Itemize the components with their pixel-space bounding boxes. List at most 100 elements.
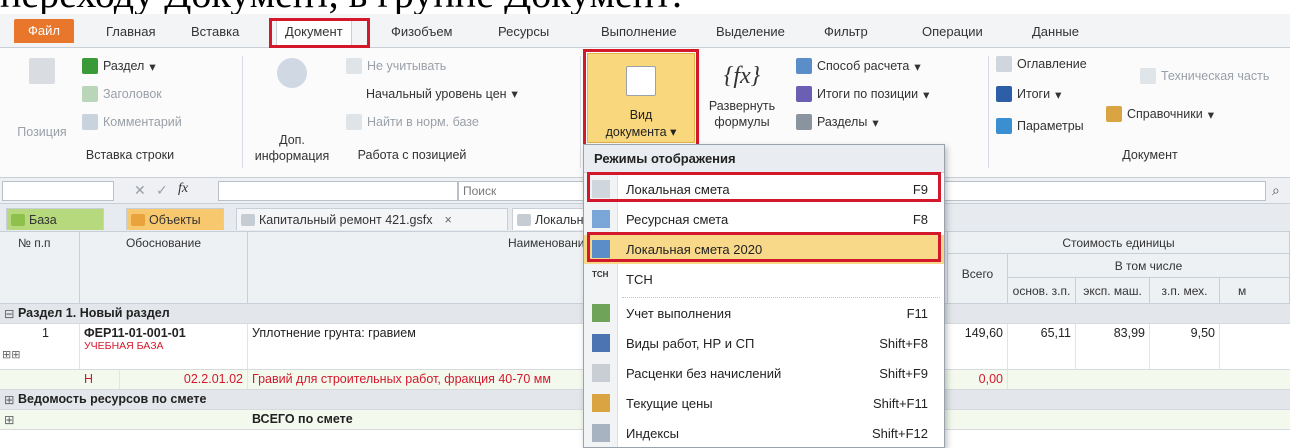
tech-part-icon — [1140, 68, 1156, 84]
resource-flag: Н — [80, 370, 120, 389]
tab-execution[interactable]: Выполнение — [593, 21, 685, 43]
heading-icon — [82, 86, 98, 102]
collapse-icon[interactable]: ⊟ — [4, 306, 14, 321]
menu-item-indexes[interactable]: Индексы Shift+F12 — [584, 419, 944, 448]
table-icon — [626, 66, 656, 96]
totals-icon — [796, 86, 812, 102]
indexes-icon — [592, 424, 610, 442]
menu-item-work-types[interactable]: Виды работ, НР и СП Shift+F8 — [584, 329, 944, 358]
caption-fragment: переходу Документ, в группе Документ: — [0, 0, 683, 14]
header-osn-zp: основ. з.п. — [1008, 278, 1076, 304]
toc-icon — [996, 56, 1012, 72]
menu-item-execution-accounting[interactable]: Учет выполнения F11 — [584, 299, 944, 328]
expand-icon[interactable]: ⊞ — [4, 412, 14, 427]
insert-heading-button[interactable]: Заголовок — [82, 86, 162, 102]
toc-button[interactable]: Оглавление — [996, 56, 1087, 72]
execution-icon — [592, 304, 610, 322]
rates-icon — [592, 364, 610, 382]
chevron-down-icon: ▾ — [872, 115, 879, 130]
close-icon[interactable]: × — [444, 209, 451, 231]
menu-separator — [622, 297, 940, 298]
group-separator — [242, 56, 243, 168]
comment-icon — [82, 114, 98, 130]
position-totals-button[interactable]: Итоги по позиции ▾ — [796, 86, 929, 102]
totals-button[interactable]: Итоги ▾ — [996, 86, 1061, 102]
display-modes-menu: Режимы отображения Локальная смета F9 Ре… — [583, 144, 945, 448]
confirm-icon[interactable]: ✓ — [156, 182, 168, 199]
tech-part-button[interactable]: Техническая часть — [1140, 68, 1269, 84]
expand-icon[interactable]: ⊞ — [4, 392, 14, 407]
header-zp-meh: з.п. мех. — [1150, 278, 1220, 304]
tab-operations[interactable]: Операции — [914, 21, 991, 43]
header-eksp-mash: эксп. маш. — [1076, 278, 1150, 304]
references-button[interactable]: Справочники ▾ — [1106, 106, 1214, 122]
row-name: Уплотнение грунта: гравием — [248, 324, 588, 369]
tab-data[interactable]: Данные — [1024, 21, 1087, 43]
calc-method-button[interactable]: Способ расчета ▾ — [796, 58, 921, 74]
local-estimate-2020-icon — [592, 240, 610, 258]
chevron-down-icon: ▾ — [1207, 107, 1215, 122]
header-unit-cost: Стоимость единицы — [948, 232, 1290, 254]
row-basis: ФЕР11-01-001-01 УЧЕБНАЯ БАЗА — [80, 324, 248, 369]
tab-filter[interactable]: Фильтр — [816, 21, 876, 43]
expand-icons[interactable]: ⊞⊞ — [2, 348, 20, 361]
tab-insert[interactable]: Вставка — [183, 21, 247, 43]
menu-item-local-estimate[interactable]: Локальная смета F9 — [584, 175, 944, 204]
file-icon — [517, 213, 531, 226]
row-eksp: 83,99 — [1076, 324, 1150, 369]
insert-section-button[interactable]: Раздел ▾ — [82, 58, 156, 74]
doc-tab-objects[interactable]: Объекты — [126, 208, 224, 230]
group-separator — [988, 56, 989, 168]
fx-icon[interactable]: fx — [178, 181, 188, 197]
file-icon — [241, 213, 255, 226]
chevron-down-icon: ▾ — [914, 59, 921, 74]
fx-icon: {fx} — [723, 63, 761, 89]
insert-position-button[interactable]: Позиция — [12, 58, 72, 140]
tab-home[interactable]: Главная — [98, 21, 163, 43]
tab-volume[interactable]: Физобъем — [383, 21, 461, 43]
tab-resources[interactable]: Ресурсы — [490, 21, 557, 43]
menu-item-tsn[interactable]: ТСН ТСН — [584, 265, 944, 294]
find-in-base-button[interactable]: Найти в норм. базе — [346, 114, 479, 130]
resource-estimate-icon — [592, 210, 610, 228]
tab-document[interactable]: Документ — [276, 20, 352, 46]
sigma-icon — [996, 86, 1012, 102]
menu-item-current-prices[interactable]: Текущие цены Shift+F11 — [584, 389, 944, 418]
tab-selection[interactable]: Выделение — [708, 21, 793, 43]
doc-tab-local[interactable]: Локальн — [512, 208, 584, 230]
sections-button[interactable]: Разделы ▾ — [796, 114, 879, 130]
cell-name-box[interactable] — [2, 181, 114, 201]
menu-title: Режимы отображения — [584, 145, 944, 173]
row-meh: 9,50 — [1150, 324, 1220, 369]
objects-icon — [131, 213, 145, 226]
expand-formulas-button[interactable]: {fx} Развернуть формулы — [702, 58, 782, 130]
menu-item-local-estimate-2020[interactable]: Локальная смета 2020 — [584, 235, 944, 264]
menu-item-rates-no-charges[interactable]: Расценки без начислений Shift+F9 — [584, 359, 944, 388]
header-m: м — [1220, 278, 1290, 304]
formula-input[interactable] — [218, 181, 458, 201]
ignore-button[interactable]: Не учитывать — [346, 58, 446, 74]
search-icon[interactable]: ⌕ — [1272, 182, 1280, 199]
doc-tab-base[interactable]: База — [6, 208, 104, 230]
group-separator — [580, 56, 581, 168]
view-document-label: документа ▾ — [605, 125, 677, 139]
section-icon — [82, 58, 98, 74]
ignore-icon — [346, 58, 362, 74]
doc-tab-capital-repair[interactable]: Капитальный ремонт 421.gsfx × — [236, 208, 508, 230]
tab-file[interactable]: Файл — [14, 19, 74, 43]
row-num: 1 — [0, 324, 80, 369]
cancel-icon[interactable]: ✕ — [134, 182, 146, 199]
chevron-down-icon: ▾ — [511, 87, 518, 101]
insert-comment-button[interactable]: Комментарий — [82, 114, 182, 130]
view-document-button[interactable]: Вид документа ▾ — [587, 53, 695, 143]
group-label-insert-rows: Вставка строки — [85, 148, 175, 162]
menu-item-resource-estimate[interactable]: Ресурсная смета F8 — [584, 205, 944, 234]
chevron-down-icon: ▾ — [1055, 87, 1062, 102]
params-button[interactable]: Параметры — [996, 118, 1084, 134]
header-incl: В том числе — [1008, 254, 1290, 278]
chevron-down-icon: ▾ — [149, 59, 156, 74]
price-level-button[interactable]: Начальный уровень цен ▾ — [366, 86, 518, 102]
group-label-document: Документ — [1122, 148, 1178, 162]
row-total: 149,60 — [948, 324, 1008, 369]
header-total: Всего — [948, 254, 1008, 304]
